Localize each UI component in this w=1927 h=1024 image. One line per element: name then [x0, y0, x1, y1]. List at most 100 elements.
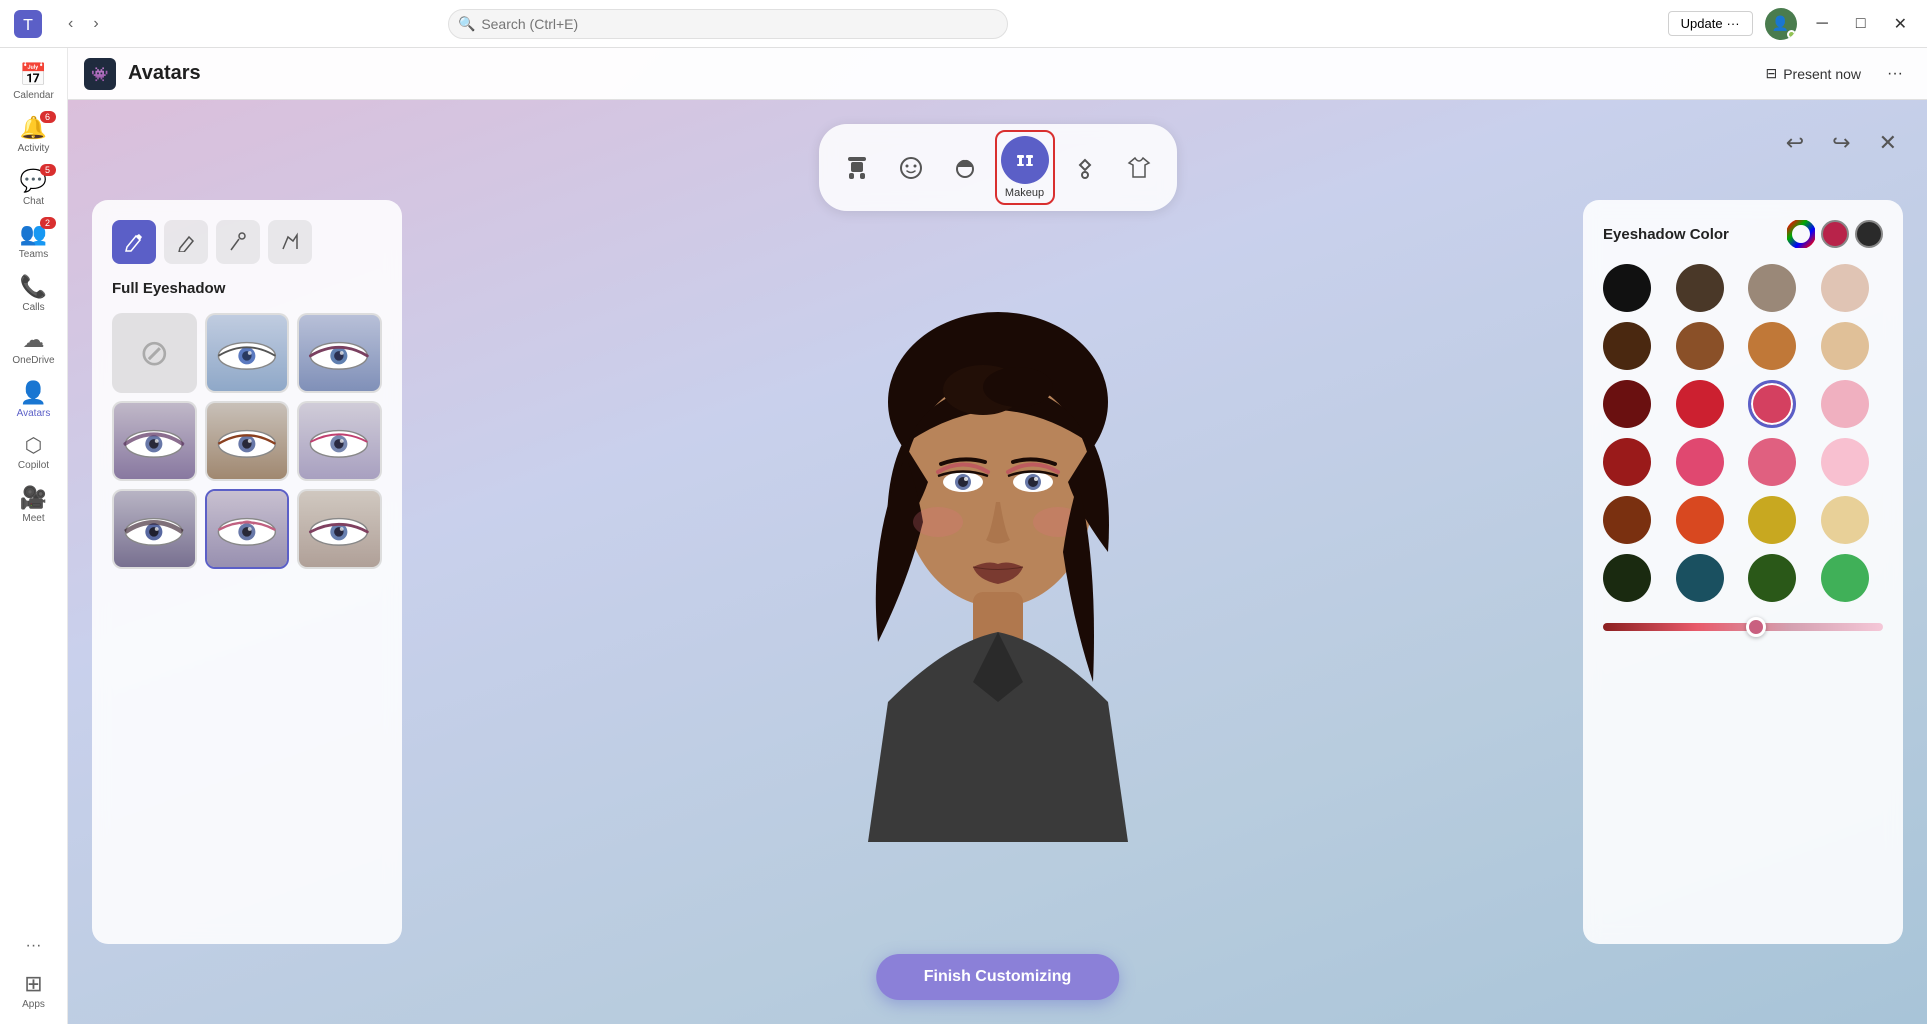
- toolbar-hair-wrap: [941, 144, 989, 192]
- color-option-16[interactable]: [1603, 496, 1651, 544]
- sidebar-label-avatars: Avatars: [17, 408, 51, 419]
- sidebar-label-apps: Apps: [22, 999, 45, 1010]
- sidebar-item-chat[interactable]: 💬 5 Chat: [6, 162, 62, 213]
- selected-color-2[interactable]: [1855, 220, 1883, 248]
- eyeshadow-opt3[interactable]: [112, 401, 197, 481]
- eyeshadow-none[interactable]: ⊘: [112, 313, 197, 393]
- color-option-21[interactable]: [1676, 554, 1724, 602]
- color-option-2[interactable]: [1748, 264, 1796, 312]
- color-option-22[interactable]: [1748, 554, 1796, 602]
- apps-icon: ⊞: [24, 971, 42, 997]
- search-input[interactable]: [448, 9, 1008, 39]
- finish-customizing-button[interactable]: Finish Customizing: [876, 954, 1120, 1000]
- eyeshadow-opt7[interactable]: [205, 489, 290, 569]
- toolbar-body-button[interactable]: [833, 144, 881, 192]
- color-option-11[interactable]: [1821, 380, 1869, 428]
- page-title: Avatars: [128, 62, 201, 85]
- update-button[interactable]: Update ···: [1668, 11, 1753, 36]
- color-slider-wrap: [1603, 618, 1883, 636]
- minimize-button[interactable]: ─: [1809, 11, 1836, 37]
- sidebar-item-more[interactable]: ···: [6, 931, 62, 963]
- color-option-13[interactable]: [1676, 438, 1724, 486]
- color-wheel-icon: [1787, 220, 1815, 248]
- maximize-button[interactable]: □: [1848, 11, 1874, 37]
- redo-button[interactable]: ↪: [1826, 124, 1856, 162]
- sidebar-item-activity[interactable]: 🔔 6 Activity: [6, 109, 62, 160]
- title-bar-right: Update ··· 👤 ─ □ ✕: [1668, 8, 1915, 40]
- forward-button[interactable]: ›: [85, 11, 106, 37]
- panel-tabs: [112, 220, 382, 264]
- back-button[interactable]: ‹: [60, 11, 81, 37]
- sidebar-item-apps[interactable]: ⊞ Apps: [6, 965, 62, 1016]
- sidebar-item-avatars[interactable]: 👤 Avatars: [6, 374, 62, 425]
- color-option-1[interactable]: [1676, 264, 1724, 312]
- color-option-14[interactable]: [1748, 438, 1796, 486]
- eyeshadow-opt4[interactable]: [205, 401, 290, 481]
- activity-badge: 6: [40, 111, 56, 123]
- toolbar-makeup-button[interactable]: [1001, 136, 1049, 184]
- panel-tab-1[interactable]: [112, 220, 156, 264]
- selected-color-1[interactable]: [1821, 220, 1849, 248]
- toolbar-accessories-wrap: [1061, 144, 1109, 192]
- color-option-8[interactable]: [1603, 380, 1651, 428]
- avatar-right-controls: ↩ ↪ ✕: [1780, 124, 1903, 162]
- color-option-7[interactable]: [1821, 322, 1869, 370]
- undo-button[interactable]: ↩: [1780, 124, 1810, 162]
- right-panel-title: Eyeshadow Color: [1603, 226, 1729, 243]
- eyeshadow-opt5[interactable]: [297, 401, 382, 481]
- sidebar-item-calendar[interactable]: 📅 Calendar: [6, 56, 62, 107]
- color-option-10[interactable]: [1748, 380, 1796, 428]
- eyeshadow-opt2[interactable]: [297, 313, 382, 393]
- toolbar-clothing-wrap: [1115, 144, 1163, 192]
- color-option-23[interactable]: [1821, 554, 1869, 602]
- color-option-6[interactable]: [1748, 322, 1796, 370]
- chat-badge: 5: [40, 164, 56, 176]
- toolbar-accessories-button[interactable]: [1061, 144, 1109, 192]
- close-button[interactable]: ✕: [1886, 10, 1915, 38]
- panel-section-title: Full Eyeshadow: [112, 280, 382, 297]
- search-bar: 🔍: [448, 9, 1008, 39]
- editor-close-button[interactable]: ✕: [1873, 124, 1903, 162]
- left-panel: Full Eyeshadow ⊘: [92, 200, 402, 944]
- right-panel-header: Eyeshadow Color: [1603, 220, 1883, 248]
- panel-tab-2[interactable]: [164, 220, 208, 264]
- sidebar-item-onedrive[interactable]: ☁ OneDrive: [6, 321, 62, 372]
- color-option-15[interactable]: [1821, 438, 1869, 486]
- panel-tab-4[interactable]: [268, 220, 312, 264]
- color-option-9[interactable]: [1676, 380, 1724, 428]
- sidebar-label-chat: Chat: [23, 196, 44, 207]
- sidebar-label-teams: Teams: [19, 249, 48, 260]
- app-logo: T: [12, 8, 44, 40]
- app-layout: 📅 Calendar 🔔 6 Activity 💬 5 Chat 👥 2 Tea…: [0, 48, 1927, 1024]
- color-option-3[interactable]: [1821, 264, 1869, 312]
- eyeshadow-opt8[interactable]: [297, 489, 382, 569]
- eyeshadow-opt1[interactable]: [205, 313, 290, 393]
- toolbar-makeup-wrap: Makeup: [995, 130, 1055, 205]
- sidebar-item-teams[interactable]: 👥 2 Teams: [6, 215, 62, 266]
- toolbar-makeup-label: Makeup: [1005, 187, 1044, 199]
- color-intensity-slider[interactable]: [1603, 623, 1883, 631]
- sidebar-item-copilot[interactable]: ⬡ Copilot: [6, 427, 62, 477]
- color-option-4[interactable]: [1603, 322, 1651, 370]
- header-more-button[interactable]: ···: [1879, 61, 1911, 87]
- eyeshadow-grid: ⊘: [112, 313, 382, 569]
- user-avatar[interactable]: 👤: [1765, 8, 1797, 40]
- color-option-5[interactable]: [1676, 322, 1724, 370]
- meet-icon: 🎥: [20, 485, 47, 511]
- panel-tab-3[interactable]: [216, 220, 260, 264]
- color-option-12[interactable]: [1603, 438, 1651, 486]
- sidebar-item-calls[interactable]: 📞 Calls: [6, 268, 62, 319]
- update-more: ···: [1727, 16, 1740, 31]
- present-now-button[interactable]: ⊟ Present now: [1755, 59, 1871, 88]
- color-option-17[interactable]: [1676, 496, 1724, 544]
- color-option-20[interactable]: [1603, 554, 1651, 602]
- sidebar-item-meet[interactable]: 🎥 Meet: [6, 479, 62, 530]
- eyeshadow-opt6[interactable]: [112, 489, 197, 569]
- toolbar-clothing-button[interactable]: [1115, 144, 1163, 192]
- toolbar-hair-button[interactable]: [941, 144, 989, 192]
- toolbar-face-button[interactable]: [887, 144, 935, 192]
- color-option-19[interactable]: [1821, 496, 1869, 544]
- color-option-18[interactable]: [1748, 496, 1796, 544]
- color-option-0[interactable]: [1603, 264, 1651, 312]
- toolbar-face-wrap: [887, 144, 935, 192]
